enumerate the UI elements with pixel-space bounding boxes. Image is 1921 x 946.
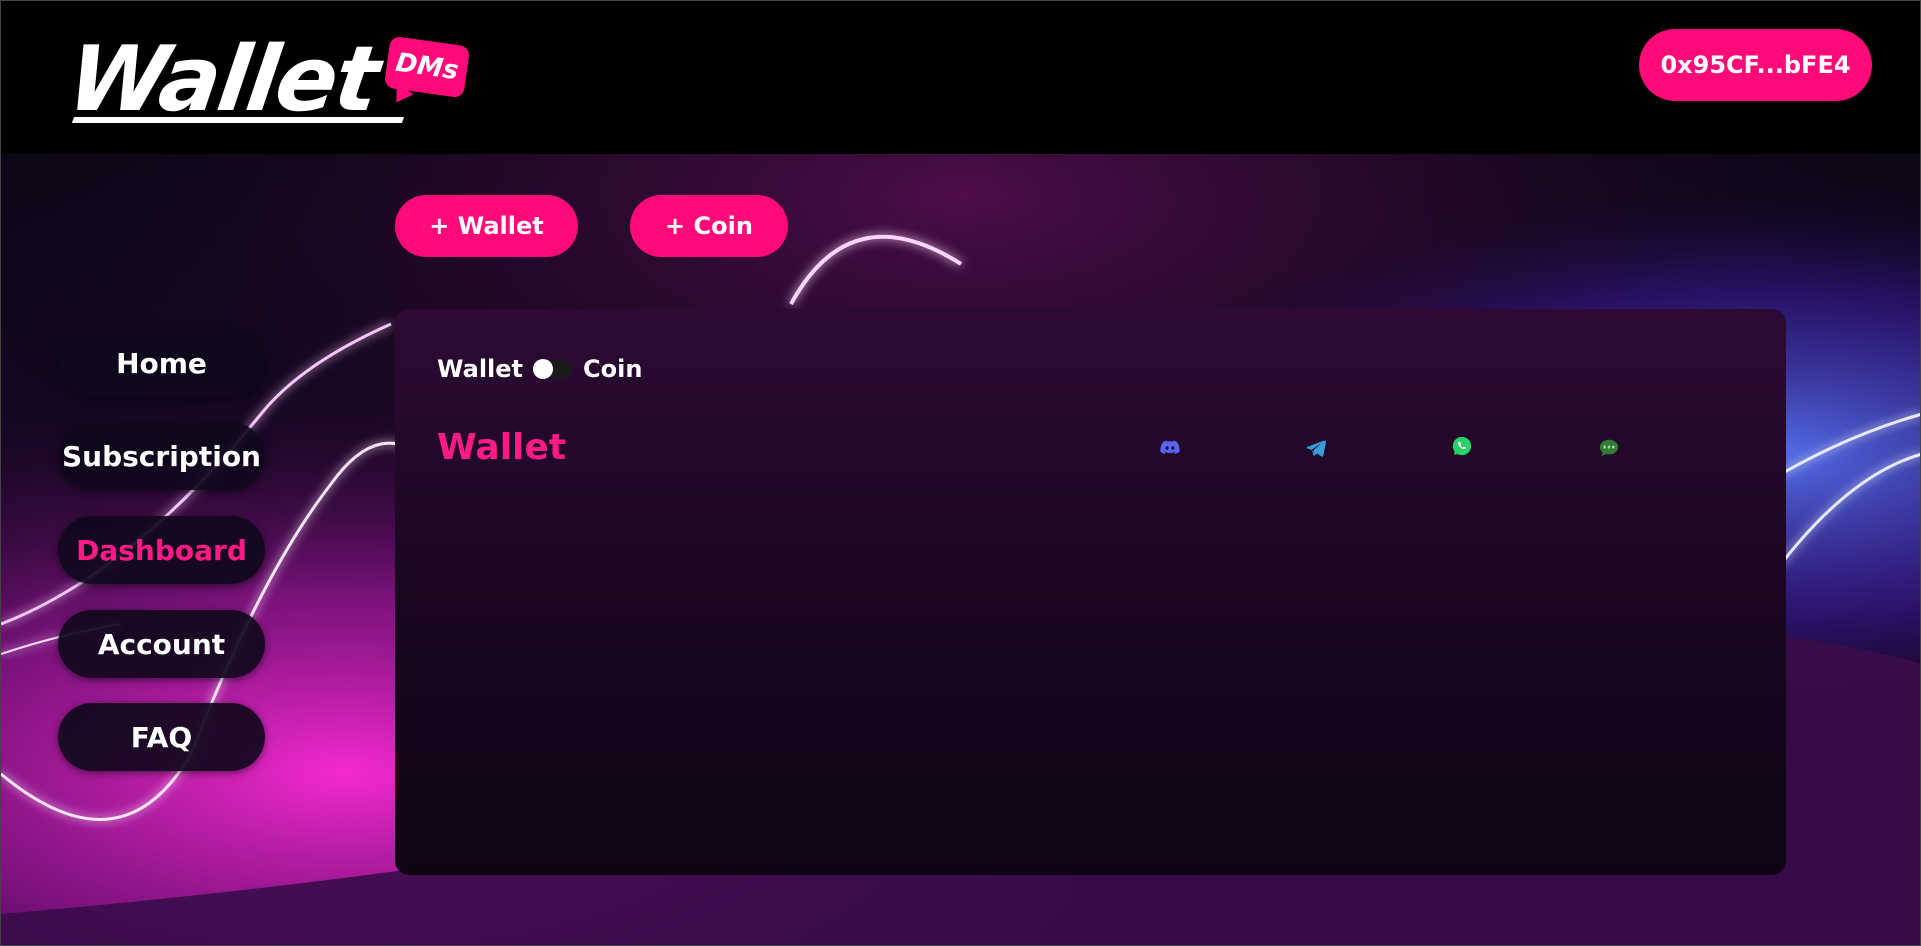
wallet-address-button[interactable]: 0x95CF...bFE4 (1639, 29, 1872, 101)
sms-icon[interactable] (1598, 437, 1620, 459)
sidebar-item-account[interactable]: Account (58, 610, 265, 678)
dashboard-panel: Wallet Coin Wallet (395, 309, 1786, 875)
wallet-dms-logo[interactable]: Wallet DMs (62, 27, 471, 135)
sidebar-item-subscription[interactable]: Subscription (58, 422, 265, 490)
logo-wordmark: Wallet (61, 27, 385, 132)
whatsapp-icon[interactable] (1451, 435, 1473, 457)
logo-badge-text: DMs (393, 47, 461, 87)
sidebar-item-label: FAQ (130, 720, 193, 754)
add-coin-button[interactable]: + Coin (630, 195, 788, 257)
panel-title: Wallet (437, 427, 567, 468)
discord-icon[interactable] (1159, 437, 1181, 459)
wallet-coin-toggle: Wallet Coin (437, 355, 642, 383)
app-window: Wallet DMs 0x95CF...bFE4 + Wallet + Coin… (0, 0, 1921, 946)
sidebar-item-label: Dashboard (76, 533, 247, 567)
telegram-icon[interactable] (1305, 437, 1327, 459)
toggle-label-wallet: Wallet (437, 355, 524, 383)
top-header: Wallet DMs 0x95CF...bFE4 (1, 1, 1920, 154)
logo-badge: DMs (383, 35, 471, 99)
sidebar-item-label: Subscription (61, 439, 261, 473)
sidebar-item-faq[interactable]: FAQ (58, 703, 265, 771)
sidebar-item-label: Home (116, 346, 207, 380)
toggle-knob (533, 359, 554, 379)
sidebar-item-label: Account (97, 627, 226, 661)
logo-underline (71, 117, 405, 123)
toggle-switch[interactable] (533, 359, 572, 379)
sidebar-item-dashboard[interactable]: Dashboard (58, 516, 265, 584)
sidebar-item-home[interactable]: Home (58, 329, 265, 397)
toggle-label-coin: Coin (583, 355, 643, 383)
add-wallet-button[interactable]: + Wallet (395, 195, 578, 257)
